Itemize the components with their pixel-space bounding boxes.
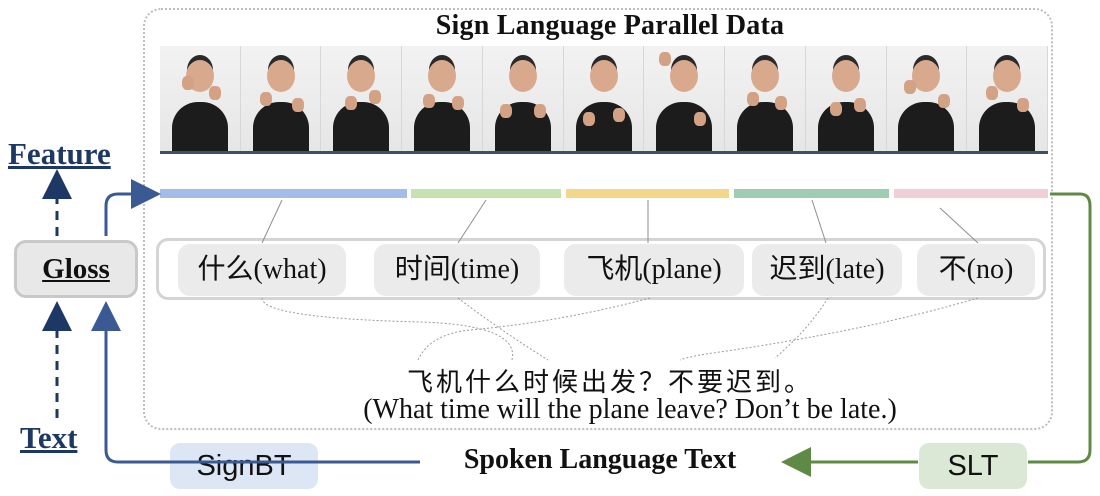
signer-torso	[656, 102, 713, 152]
video-frame	[402, 46, 483, 152]
signer-torso	[737, 102, 793, 152]
signer-hand	[613, 108, 626, 122]
gloss-chip-plane: 飞机(plane)	[564, 244, 744, 296]
signer-hand	[422, 94, 435, 108]
signer-hand	[747, 92, 760, 106]
gloss-zh: 不	[938, 254, 967, 285]
segment-bar-late	[734, 189, 889, 198]
gloss-zh: 时间	[394, 254, 451, 285]
segment-bar-plane	[566, 189, 729, 198]
signer-hand	[774, 96, 787, 110]
gloss-en: (what)	[253, 254, 327, 285]
segment-bar-time	[411, 189, 561, 198]
segment-bar-no	[894, 189, 1048, 198]
gloss-en: (time)	[450, 254, 520, 285]
slt-label: SLT	[919, 443, 1027, 489]
signer-hand	[693, 112, 706, 126]
signer-torso	[898, 102, 955, 152]
spoken-language-text-label: Spoken Language Text	[463, 444, 737, 475]
signer-head	[912, 60, 941, 92]
signer-hand	[582, 112, 595, 126]
signer-head	[266, 60, 295, 92]
signer-hand	[345, 96, 358, 110]
gloss-en: (late)	[825, 254, 885, 285]
video-frame	[240, 46, 322, 152]
signer-hand	[209, 86, 222, 100]
gloss-chip-what: 什么(what)	[178, 244, 346, 296]
signer-head	[993, 60, 1022, 92]
signer-hand	[658, 52, 671, 66]
signer-hand	[937, 94, 950, 108]
signer-hand	[182, 76, 195, 90]
signer-head	[831, 60, 860, 92]
signer-head	[508, 60, 537, 92]
video-frame	[967, 46, 1049, 152]
gloss-zh: 迟到	[769, 254, 826, 285]
video-frame	[160, 46, 241, 152]
gloss-chip-late: 迟到(late)	[752, 244, 902, 296]
video-frame	[805, 46, 887, 152]
text-label: Text	[20, 420, 78, 455]
signer-hand	[369, 90, 382, 104]
segment-bar-what	[160, 189, 407, 198]
signer-hand	[853, 98, 866, 112]
gloss-node: Gloss	[14, 240, 138, 298]
signer-hand	[500, 104, 513, 118]
video-frame	[725, 46, 806, 152]
signer-hand	[533, 104, 546, 118]
signer-hand	[291, 98, 304, 112]
video-frame	[482, 46, 564, 152]
signer-hand	[451, 96, 464, 110]
signer-head	[347, 60, 376, 92]
video-frame	[563, 46, 645, 152]
gloss-en: (plane)	[642, 254, 722, 285]
signer-hand	[1016, 98, 1029, 112]
signer-torso	[333, 102, 390, 152]
gloss-zh: 飞机	[586, 254, 643, 285]
signer-head	[751, 60, 779, 92]
signer-head	[428, 60, 457, 92]
spoken-sentence-english: (What time will the plane leave? Don’t b…	[363, 394, 897, 425]
signer-hand	[259, 92, 272, 106]
video-frame-strip	[160, 46, 1049, 152]
signer-hand	[904, 80, 917, 94]
video-frame	[886, 46, 968, 152]
signer-hand	[829, 102, 842, 116]
gloss-en: (no)	[966, 254, 1014, 285]
video-frame	[644, 46, 726, 152]
signbt-label: SignBT	[170, 443, 318, 489]
video-frame	[321, 46, 403, 152]
signer-head	[589, 60, 618, 92]
signer-torso	[414, 102, 471, 152]
feature-label: Feature	[8, 136, 111, 171]
signer-torso	[171, 102, 228, 152]
gloss-chip-time: 时间(time)	[374, 244, 540, 296]
signer-head	[670, 60, 699, 92]
signer-torso	[817, 102, 874, 152]
frame-strip-baseline	[160, 151, 1048, 154]
signer-hand	[986, 86, 999, 100]
gloss-zh: 什么	[197, 254, 254, 285]
diagram-title: Sign Language Parallel Data	[435, 10, 785, 41]
gloss-chip-no: 不(no)	[917, 244, 1035, 296]
